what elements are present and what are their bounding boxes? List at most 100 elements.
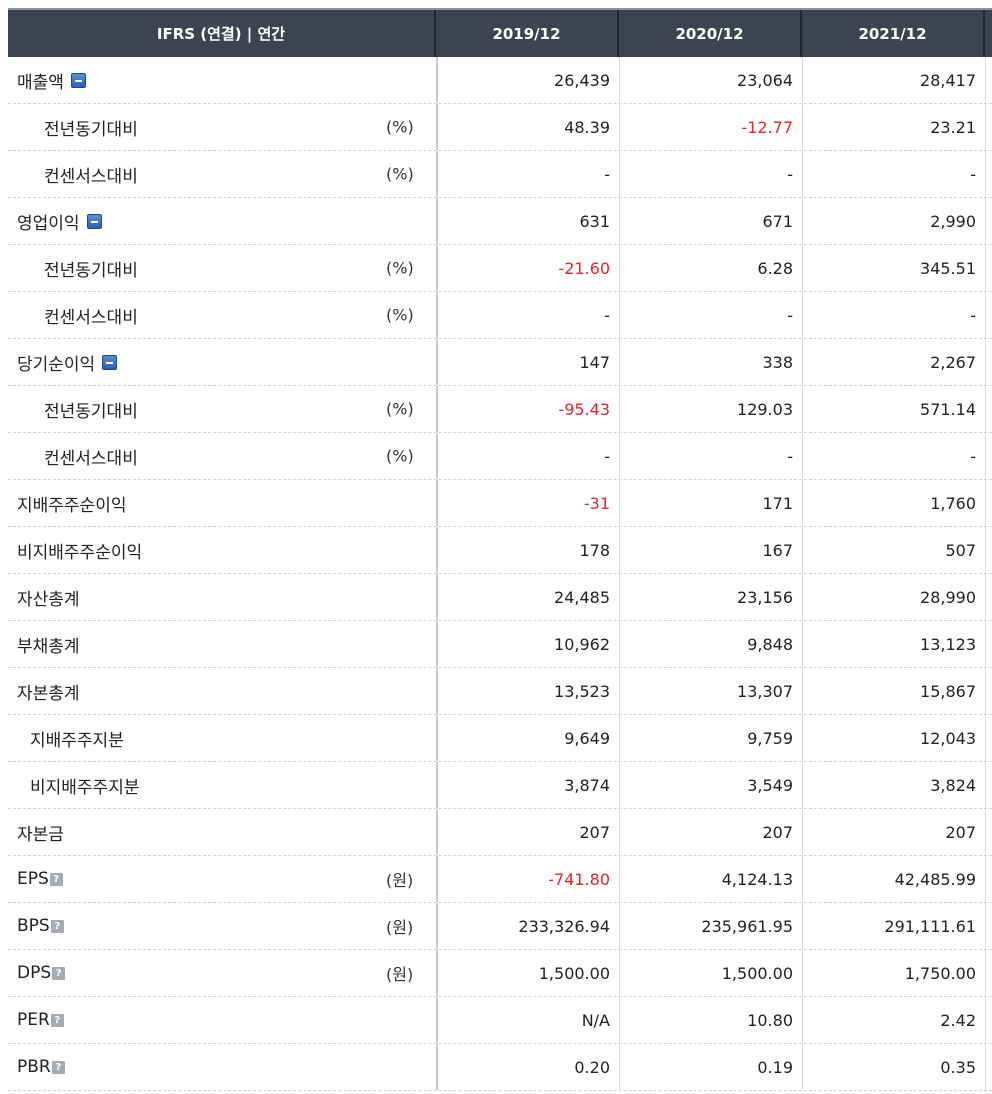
table-row: 매출액 26,439 23,064 28,417 [8,57,992,104]
table-header: IFRS (연결) | 연간 2019/12 2020/12 2021/12 [8,8,992,57]
cell-2020: 167 [619,527,802,573]
cell-2020: 6.28 [619,245,802,291]
cell-2021: - [802,151,985,197]
row-unit: (원) [386,965,414,984]
cell-2019: -95.43 [436,386,619,432]
table-row: 지배주주지분 9,649 9,759 12,043 [8,715,992,762]
cell-2021: 291,111.61 [802,903,985,949]
cell-2021: 28,990 [802,574,985,620]
cell-2019: -21.60 [436,245,619,291]
collapse-icon[interactable] [102,354,118,370]
cell-2021: 2,267 [802,339,985,385]
cell-2019: 1,500.00 [436,950,619,996]
row-unit: (원) [386,871,414,890]
cell-2020: 4,124.13 [619,856,802,902]
cell-2020: 23,156 [619,574,802,620]
cell-2021: 507 [802,527,985,573]
cell-2021: - [802,433,985,479]
table-row: EPS? (원) -741.80 4,124.13 42,485.99 [8,856,992,903]
row-label: 매출액 [17,72,64,93]
cell-2020: 3,549 [619,762,802,808]
row-label: EPS [17,869,49,889]
cell-2020: - [619,433,802,479]
cell-2021: 571.14 [802,386,985,432]
cell-2019: -741.80 [436,856,619,902]
table-row: 자산총계 24,485 23,156 28,990 [8,574,992,621]
table-row: PER? N/A 10.80 2.42 [8,997,992,1044]
table-row: 자본금 207 207 207 [8,809,992,856]
row-label: 비지배주주순이익 [17,542,143,563]
cell-2019: 13,523 [436,668,619,714]
row-unit: (%) [386,117,414,137]
cell-2021: 0.35 [802,1044,985,1090]
table-row: 컨센서스대비 (%) - - - [8,151,992,198]
row-unit: (원) [386,918,414,937]
cell-2019: 147 [436,339,619,385]
help-icon[interactable]: ? [50,1013,64,1027]
row-label: PBR [17,1057,51,1077]
help-icon[interactable]: ? [52,966,66,980]
cell-2019: 631 [436,198,619,244]
row-label: 전년동기대비 [44,401,138,422]
cell-2021: - [802,292,985,338]
help-icon[interactable]: ? [49,872,63,886]
row-label: 자본총계 [17,683,80,704]
header-col-2019: 2019/12 [436,10,619,57]
row-label: 자산총계 [17,589,80,610]
row-label: 부채총계 [17,636,80,657]
row-unit: (%) [386,258,414,278]
header-tail [985,10,992,57]
header-col-2021: 2021/12 [802,10,985,57]
financial-summary-table: IFRS (연결) | 연간 2019/12 2020/12 2021/12 매… [8,8,992,1091]
help-icon[interactable]: ? [51,1060,65,1074]
row-label: 비지배주주지분 [30,777,140,798]
table-row: 비지배주주순이익 178 167 507 [8,527,992,574]
collapse-icon[interactable] [70,72,86,88]
cell-2020: 23,064 [619,57,802,103]
help-icon[interactable]: ? [50,919,64,933]
cell-2021: 345.51 [802,245,985,291]
cell-2019: 207 [436,809,619,855]
row-unit: (%) [386,446,414,466]
row-label: 컨센서스대비 [44,307,138,328]
table-row: 컨센서스대비 (%) - - - [8,292,992,339]
cell-2020: 10.80 [619,997,802,1043]
cell-2021: 2,990 [802,198,985,244]
cell-2019: 26,439 [436,57,619,103]
cell-2019: 48.39 [436,104,619,150]
header-label: IFRS (연결) | 연간 [8,10,436,57]
row-label: BPS [17,916,50,936]
cell-2019: 10,962 [436,621,619,667]
table-row: 전년동기대비 (%) -95.43 129.03 571.14 [8,386,992,433]
row-label: DPS [17,963,52,983]
cell-2019: - [436,433,619,479]
collapse-icon[interactable] [86,213,102,229]
table-row: 당기순이익 147 338 2,267 [8,339,992,386]
table-row: 전년동기대비 (%) 48.39 -12.77 23.21 [8,104,992,151]
row-unit: (%) [386,305,414,325]
cell-2019: -31 [436,480,619,526]
cell-2021: 1,750.00 [802,950,985,996]
table-row: 비지배주주지분 3,874 3,549 3,824 [8,762,992,809]
cell-2019: 24,485 [436,574,619,620]
table-row: BPS? (원) 233,326.94 235,961.95 291,111.61 [8,903,992,950]
cell-2019: 178 [436,527,619,573]
table-row: 영업이익 631 671 2,990 [8,198,992,245]
cell-2021: 2.42 [802,997,985,1043]
table-row: 전년동기대비 (%) -21.60 6.28 345.51 [8,245,992,292]
cell-2019: 3,874 [436,762,619,808]
table-row: 부채총계 10,962 9,848 13,123 [8,621,992,668]
row-unit: (%) [386,164,414,184]
row-label: 컨센서스대비 [44,166,138,187]
cell-2021: 12,043 [802,715,985,761]
cell-2021: 23.21 [802,104,985,150]
cell-2021: 13,123 [802,621,985,667]
cell-2019: 0.20 [436,1044,619,1090]
row-label: PER [17,1010,50,1030]
cell-2020: 13,307 [619,668,802,714]
cell-2019: 233,326.94 [436,903,619,949]
cell-2020: -12.77 [619,104,802,150]
cell-2020: 338 [619,339,802,385]
row-label: 지배주주지분 [30,730,124,751]
cell-2019: - [436,292,619,338]
